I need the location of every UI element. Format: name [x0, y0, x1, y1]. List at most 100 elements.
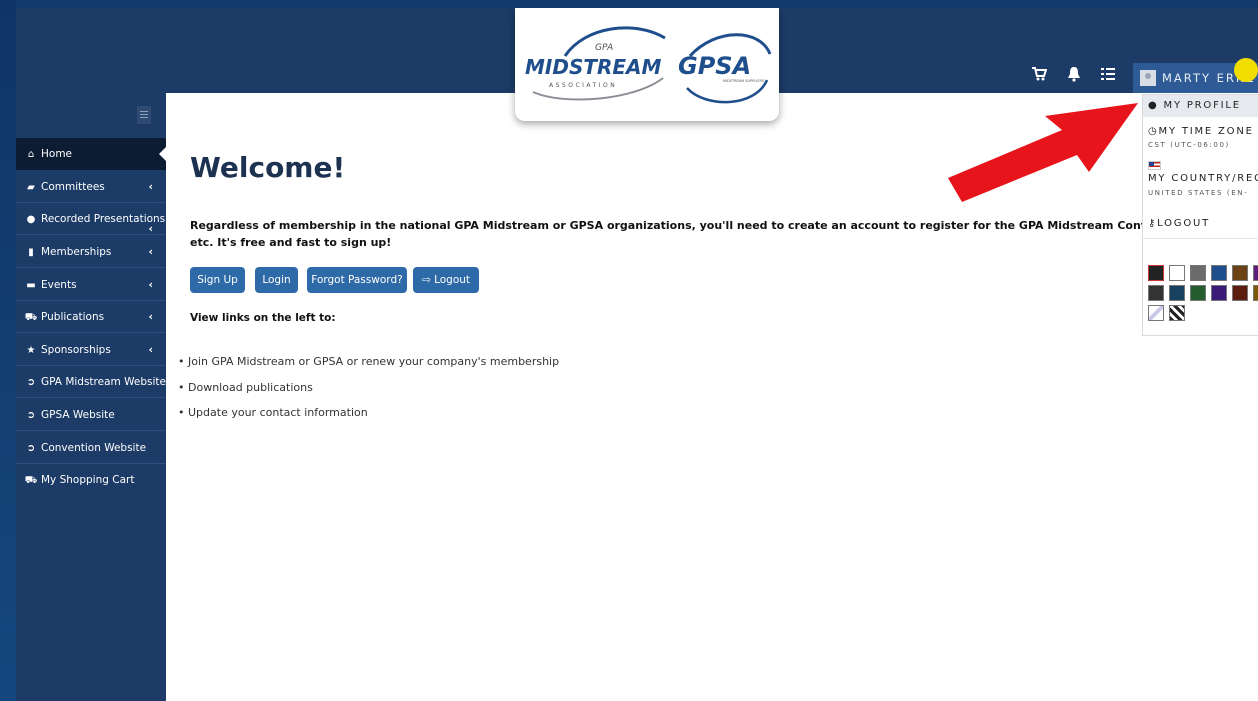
briefcase-icon: ▰ — [27, 182, 35, 193]
sidebar-item-events[interactable]: ▬ Events ‹ — [16, 269, 166, 301]
user-icon: ● — [1148, 100, 1159, 111]
midstream-logo-text: MIDSTREAM — [525, 55, 662, 79]
list-item-text: Join GPA Midstream or GPSA or renew your… — [188, 355, 560, 368]
clock-icon: ◷ — [1148, 126, 1159, 137]
main-content: Welcome! Regardless of membership in the… — [166, 93, 1258, 701]
theme-swatch[interactable] — [1190, 285, 1206, 301]
gpa-badge-text: GPA — [595, 43, 613, 53]
list-item: • Update your contact information — [178, 406, 368, 419]
theme-swatch[interactable] — [1253, 285, 1258, 301]
my-country-item[interactable]: MY COUNTRY/REG — [1148, 173, 1258, 184]
chevron-left-icon: ‹ — [148, 180, 153, 193]
theme-swatch[interactable] — [1211, 285, 1227, 301]
intro-line-1: Regardless of membership in the national… — [190, 219, 1233, 232]
my-profile-label: MY PROFILE — [1163, 100, 1241, 111]
chevron-left-icon: ‹ — [148, 310, 153, 323]
sign-out-icon: ⇨ — [421, 274, 431, 286]
sidebar-item-label: Committees — [41, 181, 105, 193]
avatar — [1140, 69, 1156, 86]
bell-icon[interactable] — [1064, 66, 1084, 88]
time-zone-value: CST (UTC-06:00) — [1148, 141, 1230, 149]
country-value: UNITED STATES (EN- — [1148, 189, 1249, 197]
theme-swatch[interactable] — [1211, 265, 1227, 281]
gpsa-logo-text: GPSA — [678, 52, 751, 80]
dropdown-logout-item[interactable]: ⚷LOGOUT — [1148, 218, 1210, 229]
star-icon: ★ — [26, 345, 36, 356]
sidebar-item-label: GPSA Website — [41, 409, 115, 421]
theme-swatch[interactable] — [1169, 285, 1185, 301]
app-window: GPA MIDSTREAM ASSOCIATION GPSA MIDSTREAM… — [16, 8, 1258, 701]
sign-up-button[interactable]: Sign Up — [190, 267, 245, 293]
sidebar-item-label: GPA Midstream Website — [41, 376, 166, 388]
theme-swatch[interactable] — [1169, 265, 1185, 281]
cart-icon[interactable] — [1029, 66, 1049, 88]
user-dropdown-menu: ● MY PROFILE ◷MY TIME ZONE CST (UTC-06:0… — [1142, 94, 1258, 336]
sidebar: ⌂ Home ▰ Committees ‹ ● Recorded Presentati… — [16, 93, 167, 701]
sidebar-item-convention-website[interactable]: ➲ Convention Website — [16, 432, 166, 464]
sidebar-item-label: Publications — [41, 311, 105, 323]
my-time-zone-item[interactable]: ◷MY TIME ZONE — [1148, 126, 1254, 137]
my-profile-item[interactable]: ● MY PROFILE — [1148, 100, 1241, 111]
list-icon[interactable] — [1098, 66, 1118, 88]
intro-line-2: etc. It's free and fast to sign up! — [190, 236, 392, 249]
intro-text: Regardless of membership in the national… — [190, 217, 1233, 251]
view-links-heading: View links on the left to: — [190, 312, 336, 324]
theme-swatch[interactable] — [1148, 305, 1164, 321]
theme-swatch[interactable] — [1148, 265, 1164, 281]
cart-icon: ⛟ — [24, 475, 38, 486]
theme-swatch[interactable] — [1169, 305, 1185, 321]
list-item-text: Update your contact information — [188, 406, 368, 419]
sidebar-item-committees[interactable]: ▰ Committees ‹ — [16, 171, 166, 203]
sidebar-item-publications[interactable]: ⛟ Publications ‹ — [16, 301, 166, 333]
home-icon: ⌂ — [27, 149, 35, 160]
logout-label: Logout — [434, 274, 471, 286]
theme-swatch[interactable] — [1253, 265, 1258, 281]
sidebar-item-label: My Shopping Cart — [41, 474, 135, 486]
chevron-left-icon: ‹ — [148, 278, 153, 291]
sidebar-item-label: Memberships — [41, 246, 112, 258]
logout-button[interactable]: ⇨ Logout — [413, 267, 479, 293]
sidebar-item-label: Events — [41, 279, 77, 291]
sidebar-item-label: Sponsorships — [41, 344, 111, 356]
sidebar-toggle-icon[interactable] — [137, 106, 151, 124]
midstream-suppliers-text: MIDSTREAM SUPPLIERS — [723, 79, 765, 83]
list-item-text: Download publications — [188, 381, 313, 394]
sidebar-item-gpa-midstream-website[interactable]: ➲ GPA Midstream Website — [16, 366, 166, 398]
list-item: • Download publications — [178, 381, 313, 394]
theme-swatch[interactable] — [1232, 265, 1248, 281]
forgot-password-button[interactable]: Forgot Password? — [307, 267, 407, 293]
bookmark-icon: ▮ — [28, 247, 34, 258]
chevron-circle-icon: ➲ — [26, 377, 36, 388]
chevron-left-icon: ‹ — [148, 245, 153, 258]
logo-graphic: GPA MIDSTREAM ASSOCIATION GPSA MIDSTREAM… — [525, 26, 772, 104]
sidebar-item-label: Recorded Presentations — [41, 213, 166, 225]
list-item: • Join GPA Midstream or GPSA or renew yo… — [178, 355, 560, 368]
key-icon: ⚷ — [1148, 218, 1158, 229]
chevron-circle-icon: ➲ — [26, 410, 36, 421]
chevron-circle-icon: ➲ — [26, 443, 36, 454]
us-flag-icon — [1148, 161, 1161, 170]
theme-swatch[interactable] — [1190, 265, 1206, 281]
dropdown-logout-label: LOGOUT — [1157, 218, 1211, 229]
theme-swatch[interactable] — [1148, 285, 1164, 301]
my-time-zone-label: MY TIME ZONE — [1158, 126, 1254, 137]
logo-card[interactable]: GPA MIDSTREAM ASSOCIATION GPSA MIDSTREAM… — [515, 8, 779, 121]
sidebar-item-gpsa-website[interactable]: ➲ GPSA Website — [16, 399, 166, 431]
window-edge — [0, 0, 16, 701]
sidebar-item-memberships[interactable]: ▮ Memberships ‹ — [16, 236, 166, 268]
login-button[interactable]: Login — [255, 267, 298, 293]
page-title: Welcome! — [190, 151, 346, 184]
cart-icon: ⛟ — [24, 312, 38, 323]
sidebar-item-my-shopping-cart[interactable]: ⛟ My Shopping Cart — [16, 464, 166, 496]
sidebar-item-label: Home — [41, 148, 73, 160]
divider — [1143, 238, 1258, 239]
sidebar-item-label: Convention Website — [41, 442, 147, 454]
sidebar-item-sponsorships[interactable]: ★ Sponsorships ‹ — [16, 334, 166, 366]
association-text: ASSOCIATION — [549, 82, 617, 89]
cursor-highlight — [1234, 58, 1258, 82]
theme-swatch[interactable] — [1232, 285, 1248, 301]
sidebar-item-recorded-presentations[interactable]: ● Recorded Presentations ‹ — [16, 203, 166, 235]
play-circle-icon: ● — [26, 214, 36, 225]
chevron-left-icon: ‹ — [148, 343, 153, 356]
sidebar-item-home[interactable]: ⌂ Home — [16, 138, 167, 170]
